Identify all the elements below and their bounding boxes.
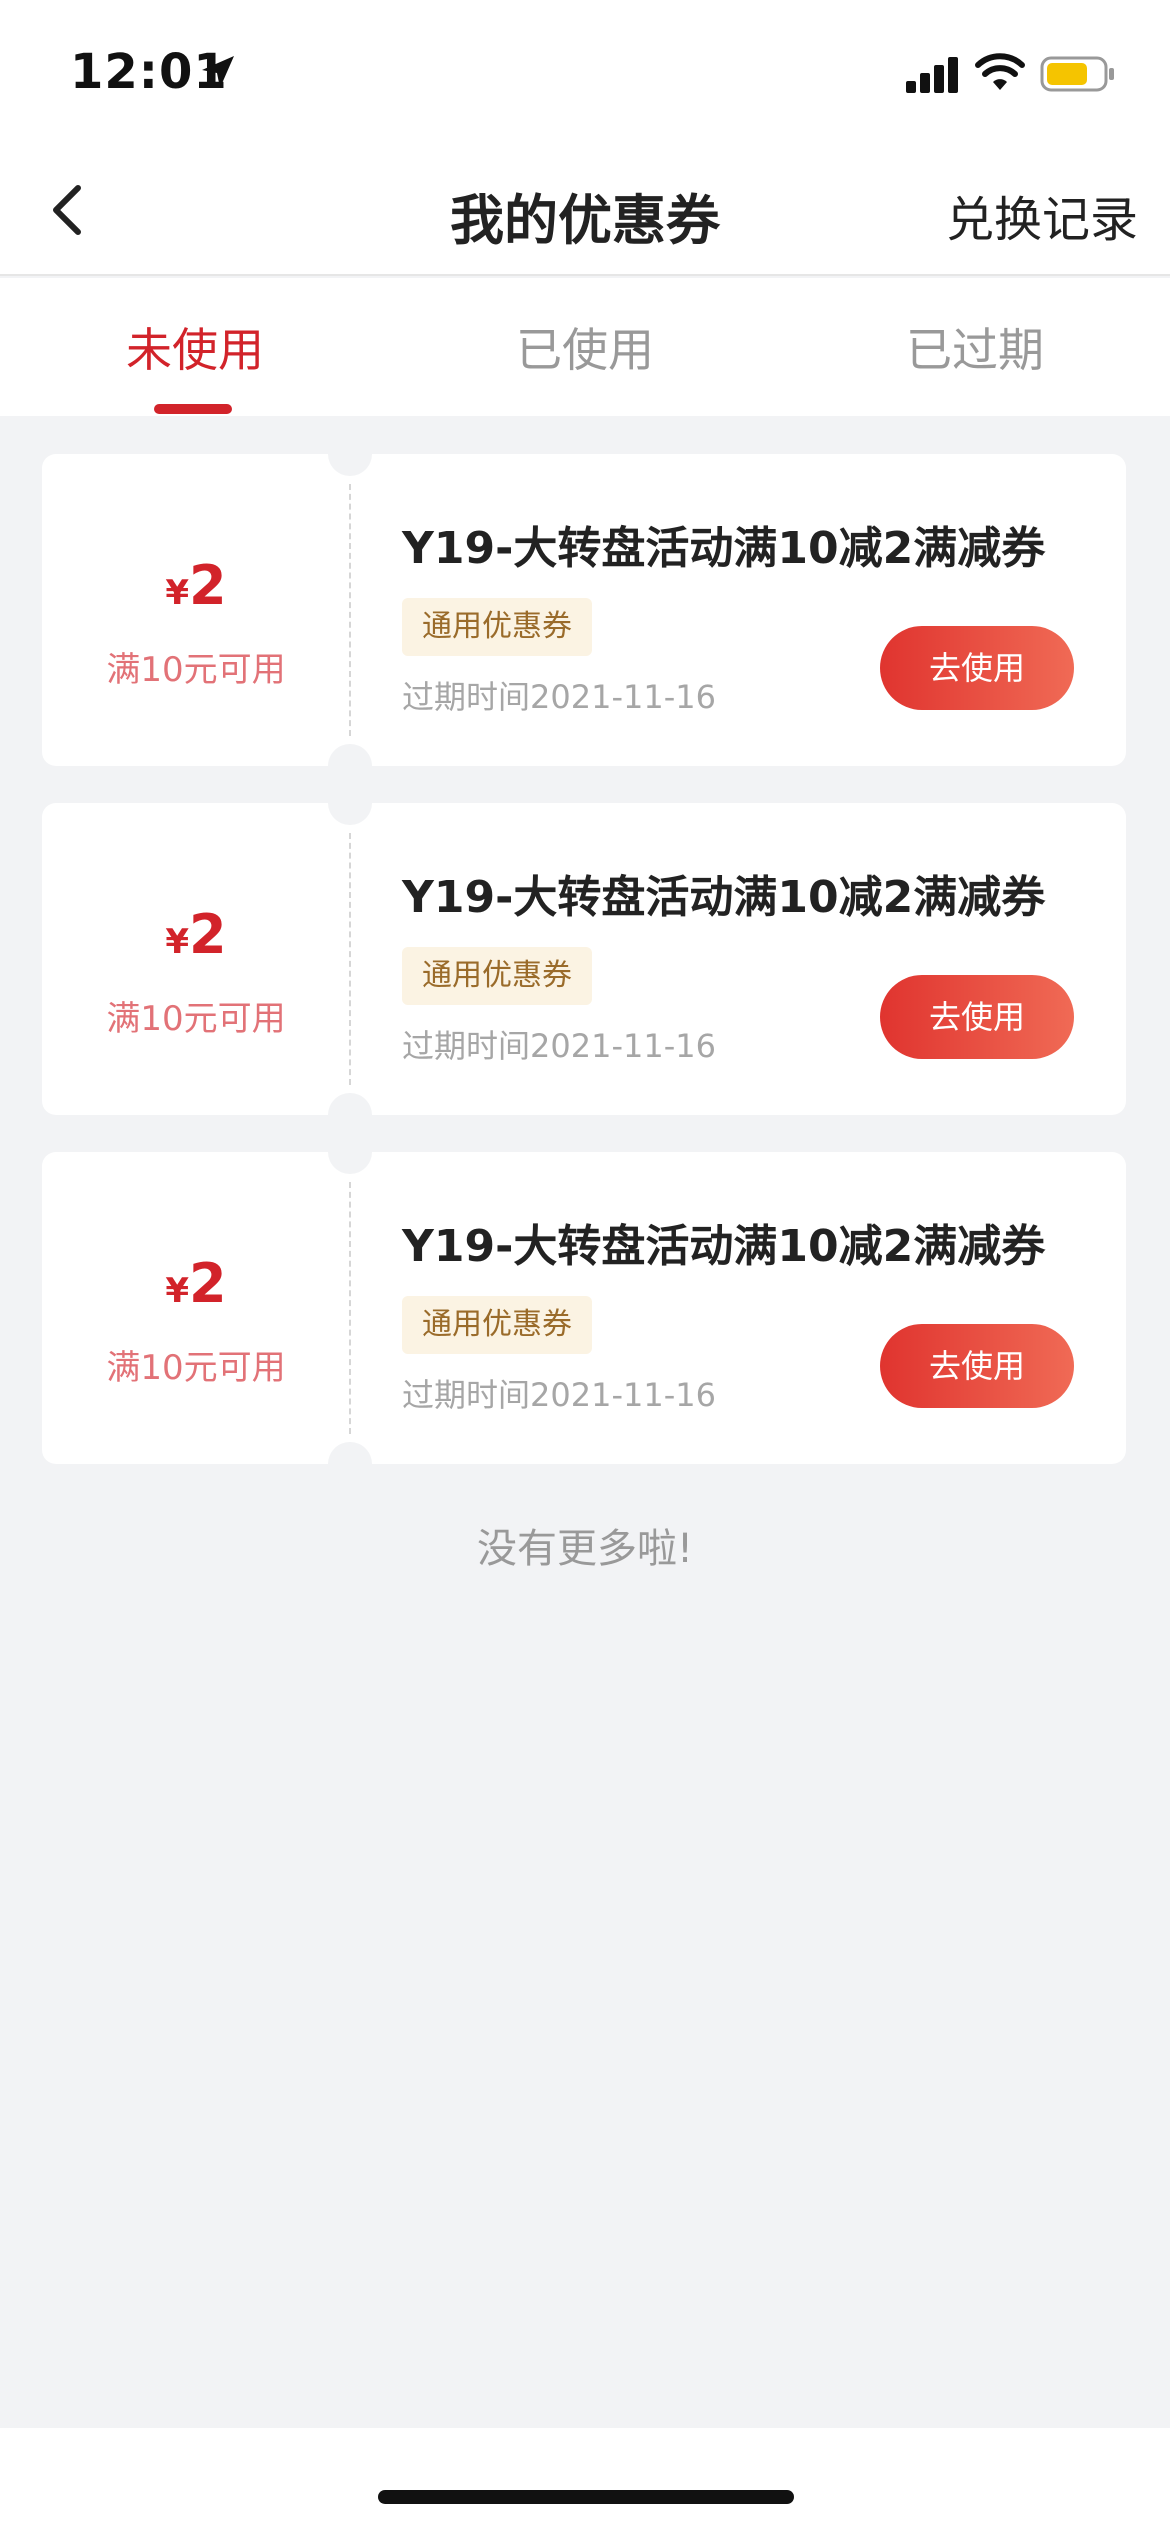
coupon-value-area: ¥2 满10元可用: [42, 454, 350, 766]
coupon-amount-value: 2: [189, 903, 227, 966]
coupon-expire: 过期时间2021-11-16: [402, 1376, 716, 1414]
coupon-tag: 通用优惠券: [402, 1296, 592, 1354]
coupon-tag: 通用优惠券: [402, 947, 592, 1005]
coupon-card: ¥2 满10元可用 Y19-大转盘活动满10减2满减券 通用优惠券 过期时间20…: [42, 1130, 1126, 1486]
exchange-record-link[interactable]: 兑换记录: [946, 180, 1138, 250]
nav-bar: 我的优惠券 兑换记录: [0, 140, 1170, 276]
tab-used[interactable]: 已使用: [390, 314, 780, 380]
coupon-title: Y19-大转盘活动满10减2满减券: [402, 523, 1046, 574]
battery-icon: [1040, 56, 1114, 92]
coupon-amount: ¥2: [42, 1252, 350, 1315]
coupon-expire: 过期时间2021-11-16: [402, 678, 716, 716]
coupon-condition: 满10元可用: [106, 1348, 286, 1388]
status-bar: 12:01: [0, 0, 1170, 140]
coupon-card: ¥2 满10元可用 Y19-大转盘活动满10减2满减券 通用优惠券 过期时间20…: [42, 432, 1126, 788]
coupon-card: ¥2 满10元可用 Y19-大转盘活动满10减2满减券 通用优惠券 过期时间20…: [42, 781, 1126, 1137]
currency-symbol: ¥: [165, 573, 190, 613]
location-arrow-icon: [202, 56, 234, 88]
tab-expired[interactable]: 已过期: [780, 314, 1170, 380]
coupon-condition: 满10元可用: [106, 650, 286, 690]
coupon-tag: 通用优惠券: [402, 598, 592, 656]
active-tab-indicator: [154, 404, 232, 414]
signal-icon: [906, 57, 958, 93]
coupon-expire: 过期时间2021-11-16: [402, 1027, 716, 1065]
use-coupon-button[interactable]: 去使用: [880, 1324, 1074, 1408]
tab-unused[interactable]: 未使用: [0, 314, 390, 380]
coupon-amount: ¥2: [42, 903, 350, 966]
coupon-amount: ¥2: [42, 554, 350, 617]
coupon-title: Y19-大转盘活动满10减2满减券: [402, 1221, 1046, 1272]
home-indicator-area: [0, 2428, 1170, 2532]
no-more-text: 没有更多啦!: [476, 1526, 694, 1572]
tab-bar: 未使用 已使用 已过期: [0, 278, 1170, 416]
coupon-amount-value: 2: [189, 1252, 227, 1315]
coupon-amount-value: 2: [189, 554, 227, 617]
use-coupon-button[interactable]: 去使用: [880, 626, 1074, 710]
coupon-value-area: ¥2 满10元可用: [42, 803, 350, 1115]
coupon-condition: 满10元可用: [106, 999, 286, 1039]
wifi-icon: [975, 53, 1025, 90]
use-coupon-button[interactable]: 去使用: [880, 975, 1074, 1059]
currency-symbol: ¥: [165, 1271, 190, 1311]
coupon-title: Y19-大转盘活动满10减2满减券: [402, 872, 1046, 923]
home-indicator[interactable]: [378, 2490, 794, 2504]
currency-symbol: ¥: [165, 922, 190, 962]
coupon-value-area: ¥2 满10元可用: [42, 1152, 350, 1464]
coupon-list: ¥2 满10元可用 Y19-大转盘活动满10减2满减券 通用优惠券 过期时间20…: [42, 432, 1126, 1501]
